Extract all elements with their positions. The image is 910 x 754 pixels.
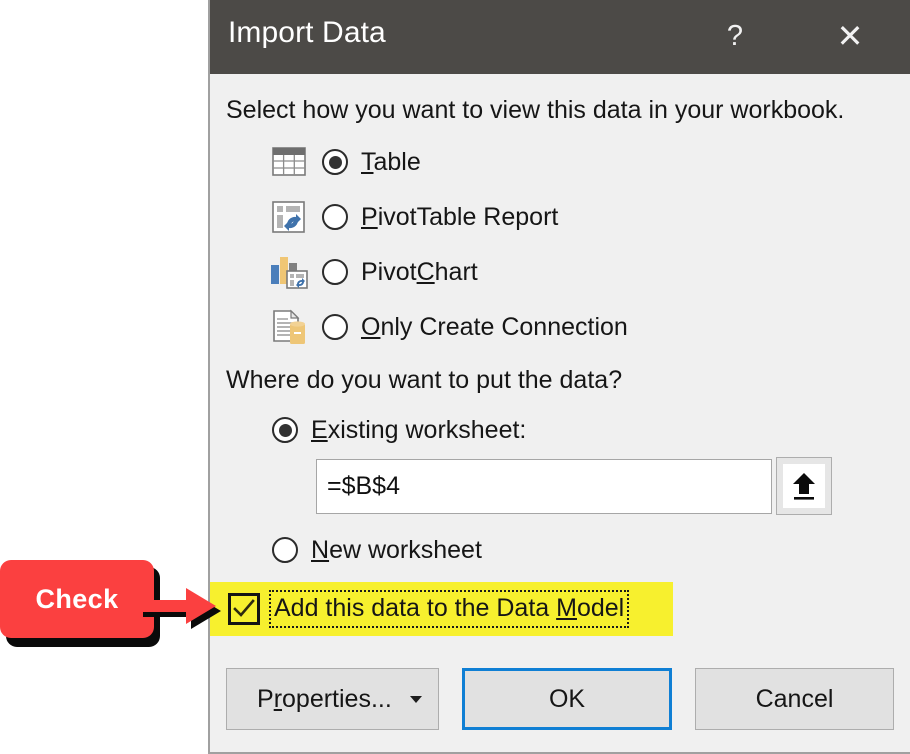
connection-icon bbox=[268, 306, 310, 348]
dialog-body: Select how you want to view this data in… bbox=[210, 74, 910, 752]
radio-pivotchart[interactable] bbox=[322, 259, 348, 285]
chevron-down-icon[interactable] bbox=[410, 696, 422, 703]
option-row-table[interactable]: Table bbox=[268, 140, 421, 184]
properties-button-label: Properties... bbox=[257, 684, 392, 713]
help-icon[interactable]: ? bbox=[712, 12, 758, 60]
radio-table[interactable] bbox=[322, 149, 348, 175]
option-row-new-worksheet[interactable]: New worksheet bbox=[272, 530, 482, 570]
range-field-group bbox=[316, 457, 832, 515]
dialog-title-bar: Import Data ? ✕ bbox=[210, 0, 910, 74]
radio-pivottable[interactable] bbox=[322, 204, 348, 230]
checkbox-checked-icon[interactable] bbox=[228, 593, 260, 625]
option-label-existing-worksheet: Existing worksheet: bbox=[311, 415, 527, 444]
dialog-title: Import Data bbox=[228, 16, 386, 49]
ok-button[interactable]: OK bbox=[462, 668, 672, 730]
radio-existing-worksheet[interactable] bbox=[272, 417, 298, 443]
option-label-table: Table bbox=[361, 147, 421, 176]
place-prompt-label: Where do you want to put the data? bbox=[226, 366, 623, 394]
radio-new-worksheet[interactable] bbox=[272, 537, 298, 563]
focus-rectangle: Add this data to the Data Model bbox=[269, 590, 630, 628]
annotation-arrow-icon bbox=[138, 588, 221, 629]
range-input[interactable] bbox=[316, 459, 772, 514]
close-icon[interactable]: ✕ bbox=[827, 12, 873, 60]
view-prompt-label: Select how you want to view this data in… bbox=[226, 96, 845, 124]
pivottable-icon bbox=[268, 196, 310, 238]
option-label-new-worksheet: New worksheet bbox=[311, 535, 482, 564]
add-this-data-to-data-model-checkbox[interactable]: Add this data to the Data Model bbox=[228, 586, 630, 632]
option-row-existing-worksheet[interactable]: Existing worksheet: bbox=[272, 410, 526, 450]
collapse-dialog-button[interactable] bbox=[776, 457, 832, 515]
option-label-only-create-connection: Only Create Connection bbox=[361, 312, 628, 341]
pivotchart-icon bbox=[268, 251, 310, 293]
cancel-button[interactable]: Cancel bbox=[695, 668, 894, 730]
callout-label: Check bbox=[35, 583, 119, 614]
table-icon bbox=[268, 141, 310, 183]
collapse-dialog-icon bbox=[793, 473, 815, 500]
option-label-pivotchart: PivotChart bbox=[361, 257, 478, 286]
option-row-pivotchart[interactable]: PivotChart bbox=[268, 250, 478, 294]
option-row-only-create-connection[interactable]: Only Create Connection bbox=[268, 305, 628, 349]
option-label-pivottable: PivotTable Report bbox=[361, 202, 559, 231]
option-row-pivottable[interactable]: PivotTable Report bbox=[268, 195, 558, 239]
properties-button[interactable]: Properties... bbox=[226, 668, 439, 730]
import-data-dialog: Import Data ? ✕ Select how you want to v… bbox=[208, 0, 910, 754]
data-model-label: Add this data to the Data Model bbox=[274, 594, 625, 622]
radio-only-create-connection[interactable] bbox=[322, 314, 348, 340]
